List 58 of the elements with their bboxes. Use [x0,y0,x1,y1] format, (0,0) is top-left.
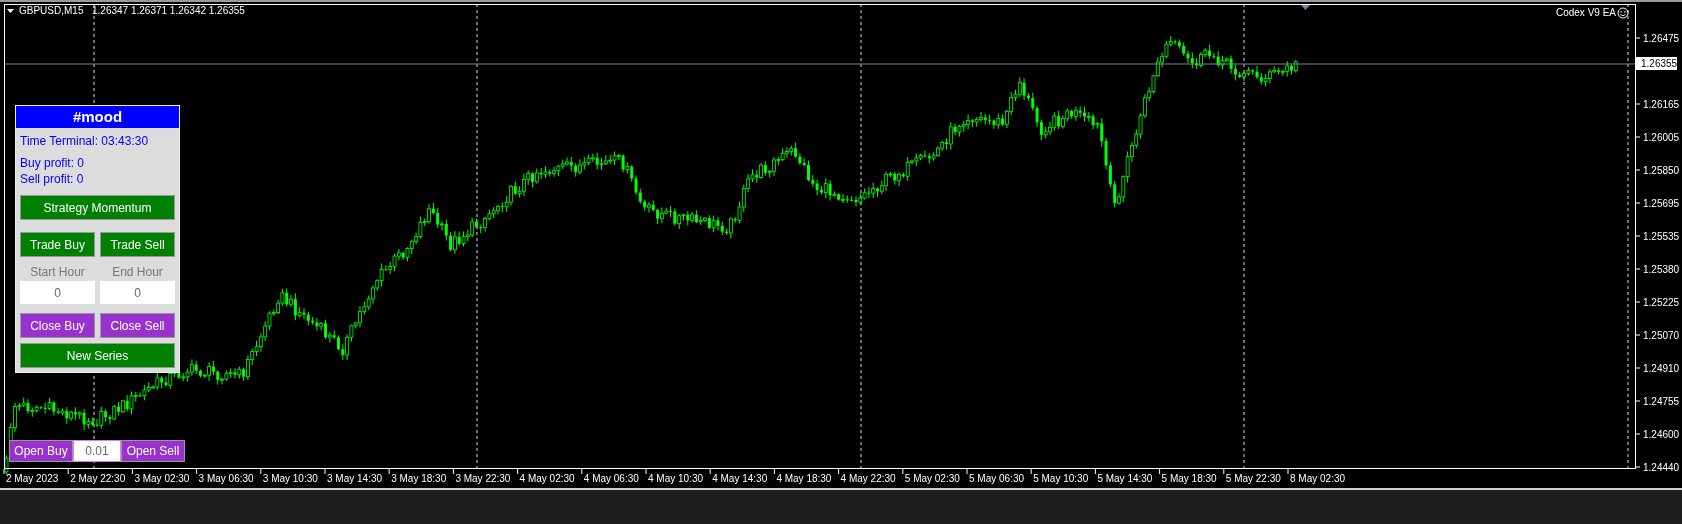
ohlc-values: 1.26347 1.26371 1.26342 1.26355 [92,5,245,16]
time-label: 4 May 22:30 [840,473,896,484]
hour-input[interactable]: 0 [20,281,95,304]
smiley-icon [1617,7,1629,19]
lot-input[interactable]: 0.01 [73,440,121,462]
price-label: 1.24600 [1643,429,1680,440]
time-label: 4 May 06:30 [583,473,639,484]
time-label: 4 May 18:30 [776,473,832,484]
expert-name: Codex V9 EA [1555,7,1616,18]
dropdown-icon[interactable] [7,9,14,13]
price-label: 1.25535 [1643,231,1680,242]
time-label: 5 May 10:30 [1033,473,1089,484]
hour-label: Start Hour [30,264,85,281]
price-label: 1.24755 [1643,396,1680,407]
time-label: 3 May 02:30 [134,473,190,484]
time-label: 8 May 02:30 [1290,473,1346,484]
price-label: 1.24440 [1643,462,1680,473]
buy-profit: Buy profit: 0 [20,155,86,171]
panel-title: #mood [16,106,179,128]
time-label: 2 May 22:30 [70,473,126,484]
hour-input[interactable]: 0 [100,281,175,304]
time-label: 2 May 2023 [6,473,59,484]
price-label: 1.24910 [1643,363,1680,374]
open-buy-button[interactable]: Open Buy [9,440,73,462]
sell-profit: Sell profit: 0 [20,171,85,187]
time-label: 4 May 02:30 [519,473,575,484]
shift-marker-icon[interactable] [1301,5,1310,10]
time-label: 5 May 22:30 [1225,473,1281,484]
price-label: 1.26005 [1643,132,1680,143]
hour-label: End Hour [112,264,163,281]
time-label: 5 May 06:30 [969,473,1025,484]
time-label: 3 May 18:30 [391,473,447,484]
time-label: 5 May 02:30 [904,473,960,484]
time-label: 4 May 10:30 [648,473,704,484]
price-label: 1.25695 [1643,198,1680,209]
price-label: 1.25850 [1643,165,1680,176]
time-label: 3 May 14:30 [327,473,383,484]
price-label: 1.25380 [1643,264,1680,275]
trade-button[interactable]: Trade Buy [20,232,95,257]
price-label: 1.26165 [1643,99,1680,110]
time-label: 5 May 14:30 [1097,473,1153,484]
time-label: 5 May 18:30 [1161,473,1217,484]
strategy-button[interactable]: Strategy Momentum [20,195,175,220]
time-label: 4 May 14:30 [712,473,768,484]
close-button[interactable]: Close Sell [100,313,175,338]
current-price-label: 1.26355 [1636,57,1678,70]
terminal-time: Time Terminal: 03:43:30 [20,133,150,149]
open-sell-button[interactable]: Open Sell [121,440,185,462]
symbol-label: GBPUSD,M15 [19,5,84,16]
price-label: 1.25070 [1643,330,1680,341]
close-button[interactable]: Close Buy [20,313,95,338]
time-label: 3 May 10:30 [262,473,318,484]
time-label: 3 May 06:30 [198,473,254,484]
price-label: 1.25225 [1643,297,1680,308]
time-label: 3 May 22:30 [455,473,511,484]
new-series-button[interactable]: New Series [20,343,175,368]
price-label: 1.26475 [1643,33,1680,44]
trade-button[interactable]: Trade Sell [100,232,175,257]
